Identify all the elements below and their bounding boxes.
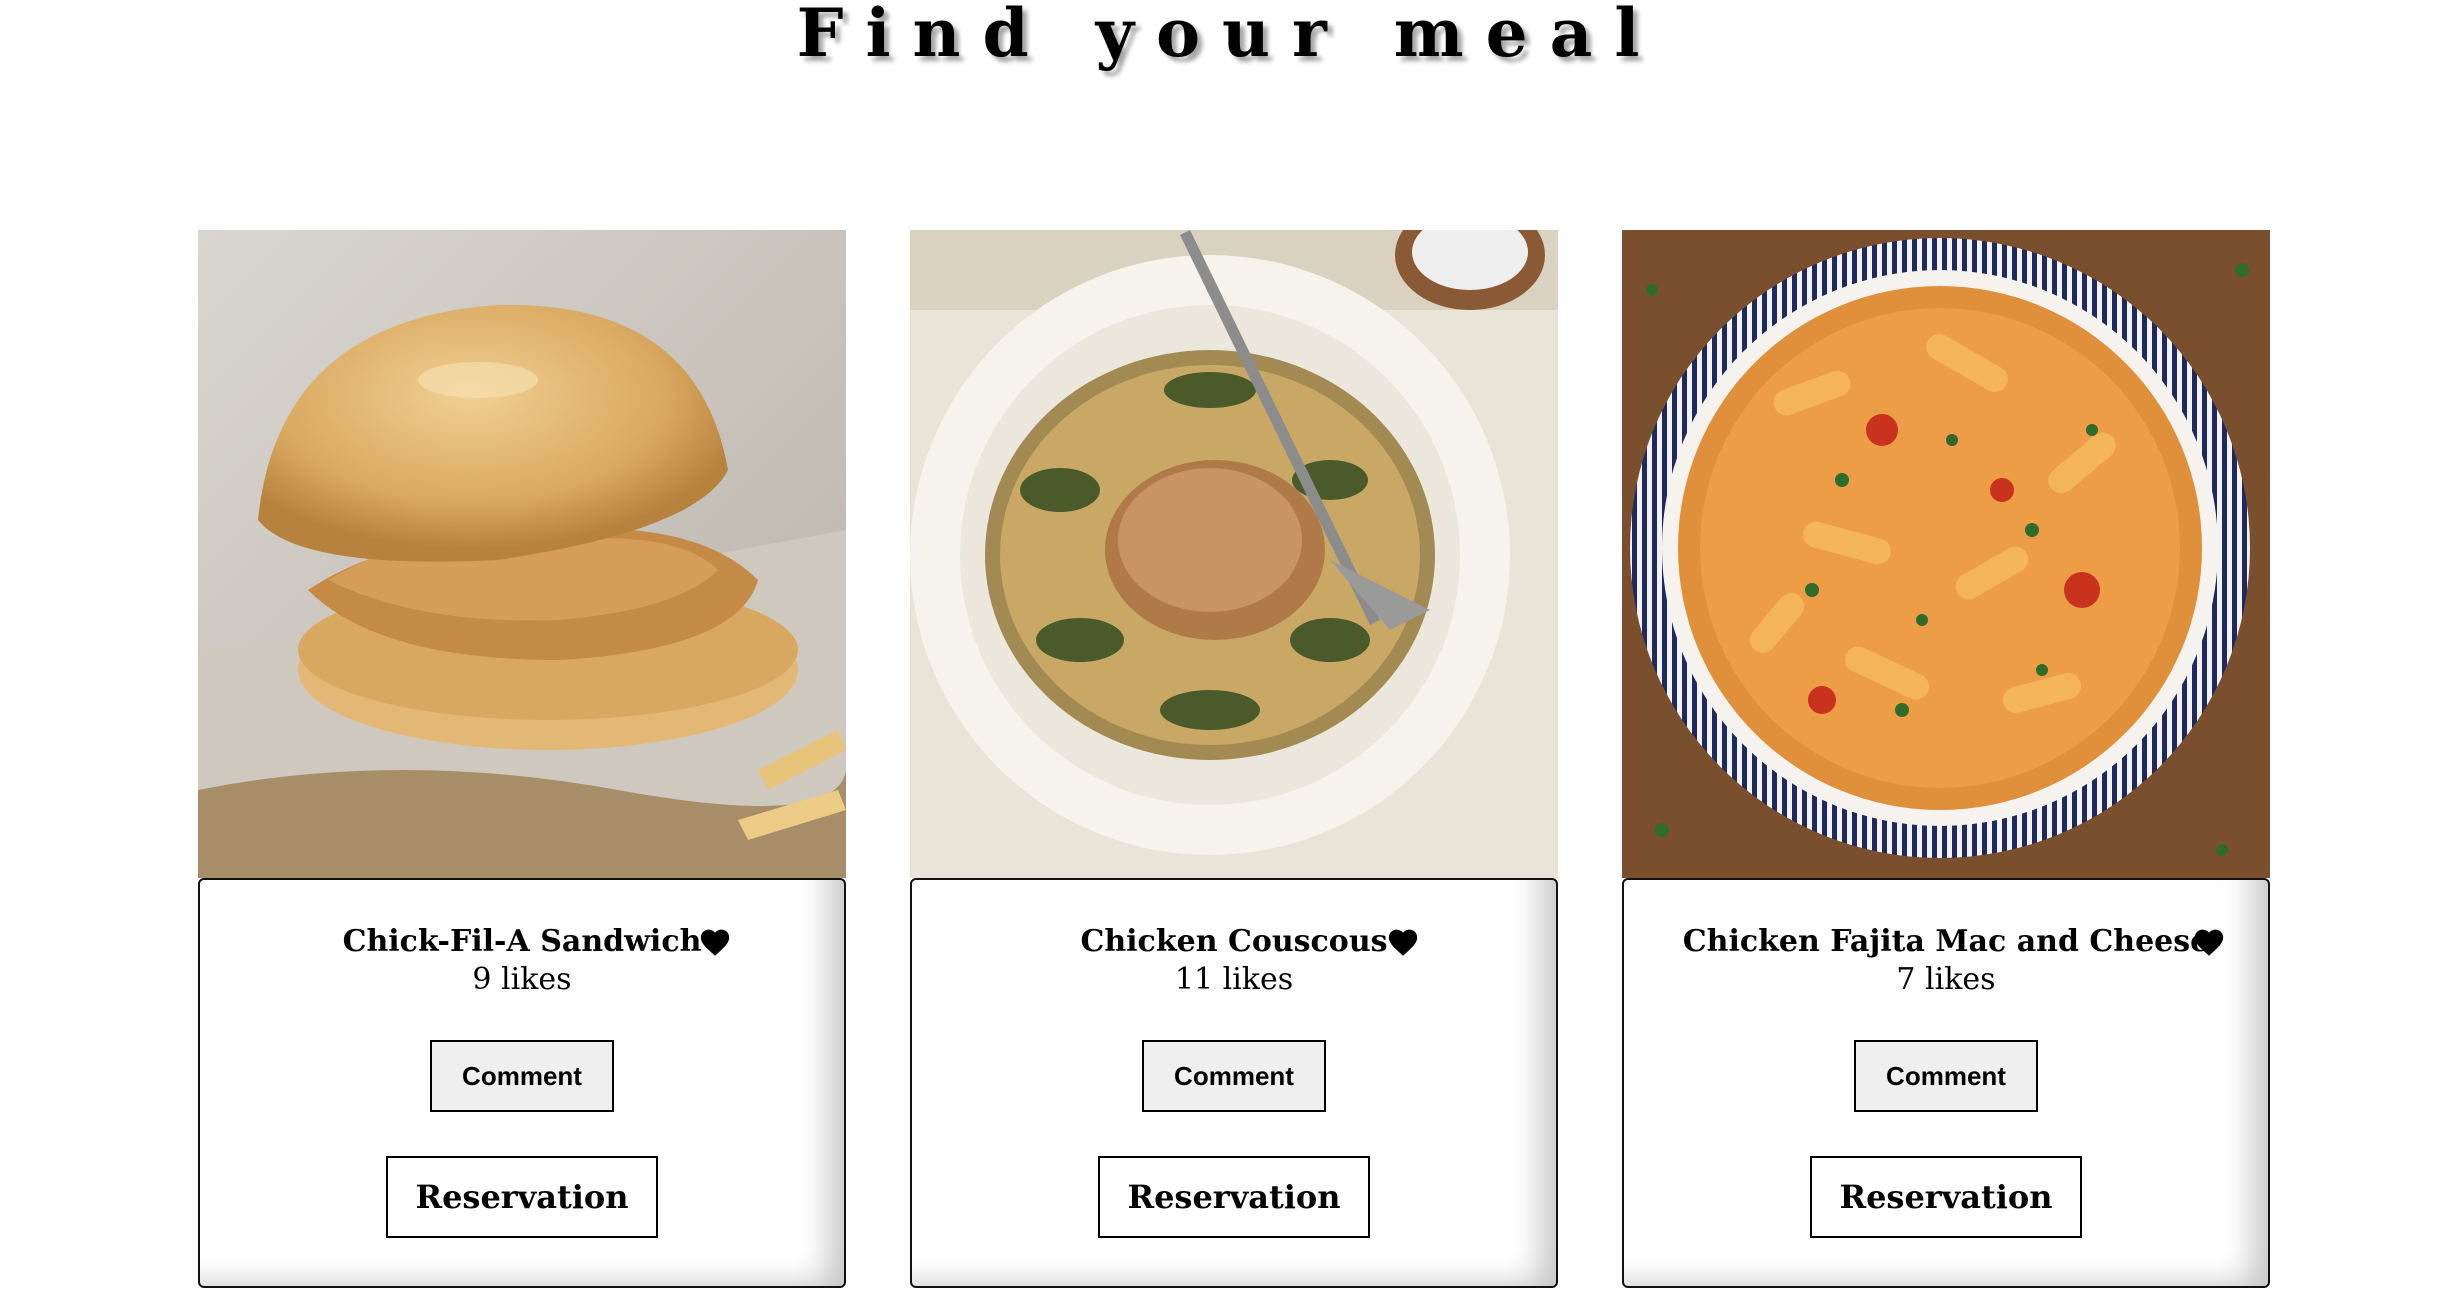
likes-count-row: 11 likes xyxy=(912,962,1556,998)
likes-count-row: 9 likes xyxy=(200,962,844,998)
reservation-button[interactable]: Reservation xyxy=(1098,1156,1370,1238)
heart-icon[interactable] xyxy=(698,926,732,960)
meal-name: Chicken Fajita Mac and Cheese xyxy=(1682,924,2210,959)
reservation-button[interactable]: Reservation xyxy=(386,1156,658,1238)
likes-label: likes xyxy=(1925,962,1996,997)
likes-count: 9 xyxy=(472,962,492,997)
meal-name: Chick-Fil-A Sandwich xyxy=(342,924,702,959)
meal-card-body: Chicken Fajita Mac and Cheese 7 likes Co… xyxy=(1622,878,2270,1288)
comment-button[interactable]: Comment xyxy=(430,1040,614,1112)
likes-label: likes xyxy=(501,962,572,997)
fajita-mac-and-cheese-photo xyxy=(1622,230,2270,878)
meal-image-chicken-couscous xyxy=(910,230,1558,878)
chicken-couscous-photo xyxy=(910,230,1558,878)
chicken-sandwich-photo xyxy=(198,230,846,878)
meal-card: Chicken Fajita Mac and Cheese 7 likes Co… xyxy=(1622,230,2270,1288)
meal-name: Chicken Couscous xyxy=(1080,924,1388,959)
page-title: Find your meal xyxy=(796,0,1662,72)
likes-count-row: 7 likes xyxy=(1624,962,2268,998)
meal-card-body: Chick-Fil-A Sandwich 9 likes Comment Res… xyxy=(198,878,846,1288)
meal-card-body: Chicken Couscous 11 likes Comment Reserv… xyxy=(910,878,1558,1288)
likes-count: 7 xyxy=(1896,962,1916,997)
meal-card-grid: Chick-Fil-A Sandwich 9 likes Comment Res… xyxy=(198,230,2270,1290)
comment-button[interactable]: Comment xyxy=(1854,1040,2038,1112)
meal-card: Chick-Fil-A Sandwich 9 likes Comment Res… xyxy=(198,230,846,1288)
meal-image-chick-fil-a-sandwich xyxy=(198,230,846,878)
meal-card: Chicken Couscous 11 likes Comment Reserv… xyxy=(910,230,1558,1288)
heart-icon[interactable] xyxy=(1386,926,1420,960)
heart-icon[interactable] xyxy=(2192,926,2226,960)
comment-button[interactable]: Comment xyxy=(1142,1040,1326,1112)
meal-image-fajita-mac-and-cheese xyxy=(1622,230,2270,878)
page: Find your meal Chick-Fil-A Sandwich 9 li… xyxy=(0,0,2458,1302)
likes-count: 11 xyxy=(1174,962,1214,997)
likes-label: likes xyxy=(1222,962,1294,997)
reservation-button[interactable]: Reservation xyxy=(1810,1156,2082,1238)
